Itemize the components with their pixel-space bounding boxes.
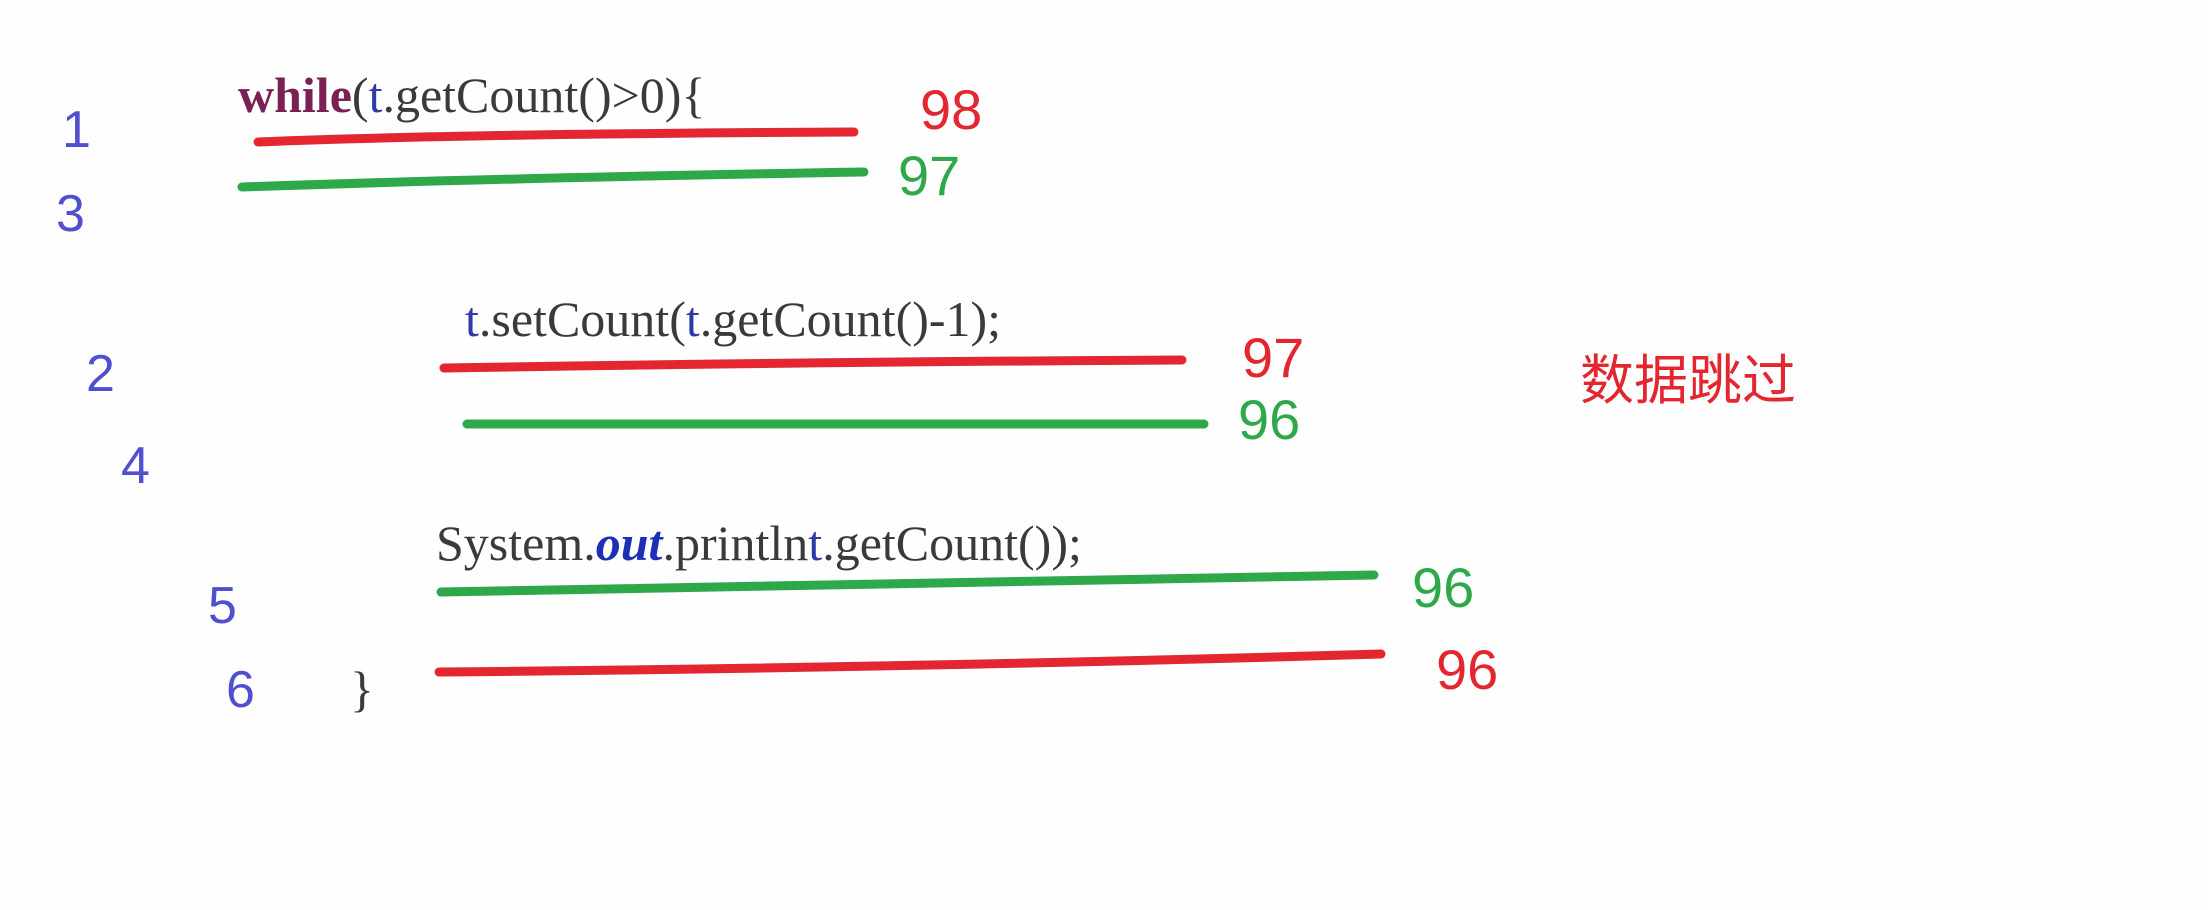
code-text: System. [436, 515, 596, 571]
sequence-number: 2 [86, 345, 115, 403]
sequence-number: 1 [62, 101, 91, 159]
code-field-out: out [595, 515, 663, 571]
green-thread-value: 97 [898, 144, 961, 207]
green-underline-while [237, 167, 869, 192]
while-keyword: while [238, 67, 352, 123]
green-thread-value: 96 [1412, 556, 1475, 619]
code-text: .setCount( [478, 291, 686, 347]
red-underline-setcount [439, 355, 1187, 373]
red-thread-value: 98 [920, 78, 983, 141]
code-var-t: t [368, 67, 383, 123]
code-line-close-brace: } [350, 661, 374, 717]
red-thread-value: 97 [1242, 326, 1305, 389]
sequence-number: 4 [121, 437, 150, 495]
sequence-number: 5 [208, 577, 237, 635]
code-text: .getCount()-1); [699, 291, 1002, 347]
code-line-while: while(t.getCount()>0){ [238, 70, 705, 120]
code-var-t: t [685, 291, 700, 347]
sequence-number: 6 [226, 661, 255, 719]
code-text: .getCount()); [822, 515, 1082, 571]
code-text: .getCount()>0){ [382, 67, 706, 123]
sequence-number: 3 [56, 185, 85, 243]
data-skipped-note: 数据跳过 [1580, 351, 1796, 411]
annotation-strokes [237, 127, 1386, 677]
code-line-setcount: t.setCount(t.getCount()-1); [465, 294, 1001, 344]
code-paren: ( [351, 67, 369, 123]
red-underline-while [253, 127, 859, 147]
green-thread-value: 96 [1238, 388, 1301, 451]
code-var-t: t [808, 515, 823, 571]
red-underline-println [434, 649, 1386, 677]
code-text: .println [662, 515, 809, 571]
green-underline-println [436, 570, 1379, 597]
code-var-t: t [465, 291, 479, 347]
red-thread-value: 96 [1436, 638, 1499, 701]
code-line-println: System.out.printlnt.getCount()); [436, 518, 1082, 568]
